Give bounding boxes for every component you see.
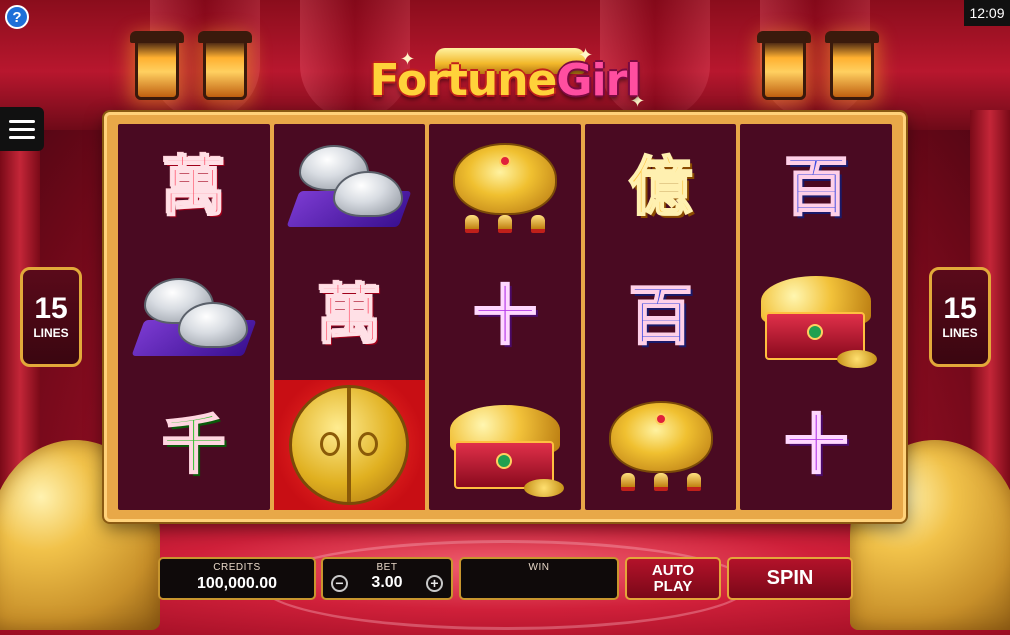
reel-cell: 千 (118, 381, 270, 510)
treasure-chest-icon (751, 262, 881, 372)
lines-label: LINES (33, 326, 69, 340)
bet-decrease-button[interactable]: − (331, 574, 348, 592)
autoplay-label-line2: PLAY (653, 577, 693, 595)
lantern-icon (757, 31, 811, 100)
lines-indicator-right: 15 LINES (929, 267, 991, 367)
game-title: FortuneGirl (369, 54, 642, 106)
reel-cell: 億 (585, 124, 737, 253)
reel-cell (273, 380, 426, 510)
autoplay-label-line1: AUTO (651, 561, 695, 579)
shi-symbol: 十 (472, 280, 538, 354)
credits-label: CREDITS (213, 562, 261, 573)
reel-cell: 十 (740, 381, 892, 510)
lantern-icon (825, 31, 879, 100)
game-logo: ✦ ✦ ✦ FortuneGirl (340, 45, 670, 115)
reel-5: 百 十 (740, 124, 892, 510)
gold-lock-icon (445, 133, 565, 243)
treasure-chest-icon (440, 391, 570, 501)
lantern-icon (198, 31, 252, 100)
wan-symbol: 萬 (161, 151, 227, 226)
reel-3: 十 (429, 124, 581, 510)
bet-panel: BET − 3.00 + (321, 557, 453, 600)
bai-symbol: 百 (783, 151, 849, 226)
wan-symbol: 萬 (316, 279, 382, 353)
silver-ingot-icon (131, 272, 257, 362)
reel-frame: 萬 千 萬 十 億 百 百 十 (104, 112, 906, 522)
reel-cell (274, 124, 426, 252)
spin-label: SPIN (766, 567, 814, 589)
reel-1: 萬 千 (118, 124, 270, 510)
lines-label: LINES (942, 326, 978, 340)
game-title-part1: Fortune (369, 54, 558, 106)
reel-cell (118, 253, 270, 382)
help-button[interactable]: ? (5, 5, 29, 29)
bet-value: 3.00 (371, 574, 403, 591)
lantern-icon (130, 31, 184, 100)
yi-symbol: 億 (628, 151, 694, 226)
reel-cell (585, 381, 737, 510)
lines-count: 15 (943, 292, 977, 325)
gold-door-icon (284, 380, 414, 510)
reel-cell: 萬 (274, 252, 426, 380)
reel-cell (429, 381, 581, 510)
hamburger-icon (9, 127, 35, 131)
reel-cell: 百 (740, 124, 892, 253)
reel-cell: 萬 (118, 124, 270, 253)
bai-symbol: 百 (628, 280, 694, 354)
spin-button[interactable]: SPIN (727, 557, 853, 600)
bet-label: BET (376, 562, 398, 573)
reel-cell (429, 124, 581, 253)
lines-indicator-left: 15 LINES (20, 267, 82, 367)
hamburger-icon (9, 135, 35, 139)
gold-lock-icon (601, 391, 721, 501)
reel-4: 億 百 (584, 124, 737, 510)
shi-symbol: 十 (783, 408, 849, 483)
reel-cell (740, 253, 892, 382)
autoplay-button[interactable]: AUTO PLAY (625, 557, 721, 600)
win-label: WIN (528, 562, 550, 573)
reel-cell: 百 (585, 253, 737, 382)
reel-cell: 十 (429, 253, 581, 382)
lines-count: 15 (34, 292, 68, 325)
reel-2: 萬 (273, 124, 426, 510)
game-title-part2: Girl (556, 54, 641, 106)
hamburger-icon (9, 119, 35, 123)
credits-panel: CREDITS 100,000.00 (158, 557, 316, 600)
bet-increase-button[interactable]: + (425, 574, 443, 592)
silver-ingot-icon (286, 143, 412, 233)
credits-value: 100,000.00 (196, 575, 278, 592)
win-panel: WIN (459, 557, 619, 600)
clock: 12:09 (964, 0, 1010, 26)
qian-symbol: 千 (161, 408, 227, 483)
menu-button[interactable] (0, 107, 44, 151)
